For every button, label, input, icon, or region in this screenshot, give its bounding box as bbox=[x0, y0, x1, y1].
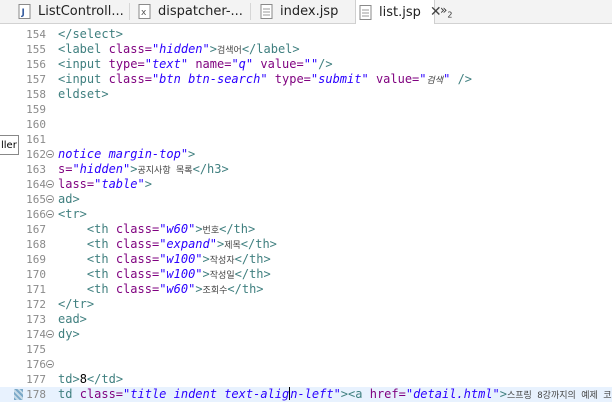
code-text: eldset> bbox=[58, 87, 109, 101]
code-text: ad> bbox=[58, 192, 80, 206]
code-line[interactable]: 155 <label class="hidden">검색어</label> bbox=[0, 42, 612, 57]
jsp-file-icon bbox=[359, 4, 373, 20]
code-line[interactable]: 178 td class="title indent text-align-lef… bbox=[0, 387, 612, 402]
code-line[interactable]: 161 bbox=[0, 132, 612, 147]
code-line[interactable]: 172 </tr> bbox=[0, 297, 612, 312]
fold-collapse-icon[interactable] bbox=[46, 330, 54, 338]
line-number: 173 bbox=[26, 313, 46, 326]
code-text: <input type="text" name="q" value=""/> bbox=[58, 57, 333, 71]
line-number: 174 bbox=[26, 328, 46, 341]
code-text: <tr> bbox=[58, 207, 87, 221]
tab-overflow-button[interactable]: »2 bbox=[440, 3, 452, 19]
java-file-icon: J bbox=[18, 4, 32, 19]
tab-listcontroller[interactable]: J ListControll... bbox=[18, 0, 130, 23]
code-line[interactable]: 154 </select> bbox=[0, 27, 612, 42]
code-line[interactable]: 177 td>8</td> bbox=[0, 372, 612, 387]
line-number: 160 bbox=[26, 118, 46, 131]
line-number: 171 bbox=[26, 283, 46, 296]
line-number: 164 bbox=[26, 178, 46, 191]
code-text: </tr> bbox=[58, 297, 95, 311]
fold-collapse-icon[interactable] bbox=[46, 150, 54, 158]
fold-collapse-icon[interactable] bbox=[46, 180, 54, 188]
jsp-file-icon bbox=[260, 4, 274, 19]
tab-divider bbox=[250, 3, 251, 20]
code-line[interactable]: 156 <input type="text" name="q" value=""/… bbox=[0, 57, 612, 72]
line-number: 157 bbox=[26, 73, 46, 86]
line-number: 165 bbox=[26, 193, 46, 206]
tab-divider bbox=[129, 3, 130, 20]
editor-tab-bar: J ListControll... x dispatcher-... index… bbox=[0, 0, 612, 24]
code-line[interactable]: 165 ad> bbox=[0, 192, 612, 207]
line-number: 167 bbox=[26, 223, 46, 236]
code-line[interactable]: 168 <th class="expand">제목</th> bbox=[0, 237, 612, 252]
line-number: 176 bbox=[26, 358, 46, 371]
code-line[interactable]: 158 eldset> bbox=[0, 87, 612, 102]
code-line[interactable]: 159 bbox=[0, 102, 612, 117]
code-line[interactable]: 169 <th class="w100">작성자</th> bbox=[0, 252, 612, 267]
line-number: 163 bbox=[26, 163, 46, 176]
line-number: 155 bbox=[26, 43, 46, 56]
code-text: </select> bbox=[58, 27, 124, 41]
code-line[interactable]: 176 bbox=[0, 357, 612, 372]
line-number: 166 bbox=[26, 208, 46, 221]
tab-dispatcher[interactable]: x dispatcher-... bbox=[138, 0, 250, 23]
line-number: 170 bbox=[26, 268, 46, 281]
code-editor[interactable]: 154 </select> 155 <label class="hidden">검색어… bbox=[0, 24, 612, 403]
code-line[interactable]: 167 <th class="w60">번호</th> bbox=[0, 222, 612, 237]
line-number: 159 bbox=[26, 103, 46, 116]
line-number: 178 bbox=[26, 388, 46, 401]
code-line[interactable]: 163 s="hidden">공지사항 목록</h3> bbox=[0, 162, 612, 177]
code-line[interactable]: 170 <th class="w100">작성일</th> bbox=[0, 267, 612, 282]
code-text: notice margin-top"> bbox=[58, 147, 196, 161]
code-text: lass="table"> bbox=[58, 177, 152, 191]
overflow-count: 2 bbox=[447, 10, 453, 20]
line-number: 158 bbox=[26, 88, 46, 101]
line-number: 175 bbox=[26, 343, 46, 356]
code-line[interactable]: 160 bbox=[0, 117, 612, 132]
code-text: ead> bbox=[58, 312, 87, 326]
hover-tooltip: ller bbox=[0, 135, 19, 155]
line-number: 169 bbox=[26, 253, 46, 266]
code-line[interactable]: 174 dy> bbox=[0, 327, 612, 342]
fold-collapse-icon[interactable] bbox=[46, 195, 54, 203]
fold-collapse-icon[interactable] bbox=[46, 360, 54, 368]
code-text: td>8</td> bbox=[58, 372, 124, 386]
tab-label: ListControll... bbox=[38, 4, 124, 19]
code-line[interactable]: 166 <tr> bbox=[0, 207, 612, 222]
line-number: 156 bbox=[26, 58, 46, 71]
tab-label: dispatcher-... bbox=[158, 4, 243, 19]
line-number: 177 bbox=[26, 373, 46, 386]
line-number: 168 bbox=[26, 238, 46, 251]
svg-text:J: J bbox=[21, 8, 25, 18]
code-line[interactable]: 157 <input class="btn btn-search" type="s… bbox=[0, 72, 612, 87]
tab-list-jsp[interactable]: list.jsp ✕ bbox=[355, 0, 442, 24]
tab-label: list.jsp bbox=[379, 4, 421, 20]
code-line[interactable]: 175 bbox=[0, 342, 612, 357]
line-number: 154 bbox=[26, 28, 46, 41]
code-line[interactable]: 162 notice margin-top"> bbox=[0, 147, 612, 162]
tab-label: index.jsp bbox=[280, 4, 339, 19]
code-text: td class="title indent text-align-left">… bbox=[58, 387, 612, 401]
svg-text:x: x bbox=[141, 8, 147, 18]
code-text: dy> bbox=[58, 327, 80, 341]
line-number: 172 bbox=[26, 298, 46, 311]
tab-index-jsp[interactable]: index.jsp bbox=[260, 0, 356, 23]
fold-collapse-icon[interactable] bbox=[46, 210, 54, 218]
xml-file-icon: x bbox=[138, 4, 152, 19]
code-line[interactable]: 164 lass="table"> bbox=[0, 177, 612, 192]
code-line[interactable]: 171 <th class="w60">조회수</th> bbox=[0, 282, 612, 297]
code-line[interactable]: 173 ead> bbox=[0, 312, 612, 327]
